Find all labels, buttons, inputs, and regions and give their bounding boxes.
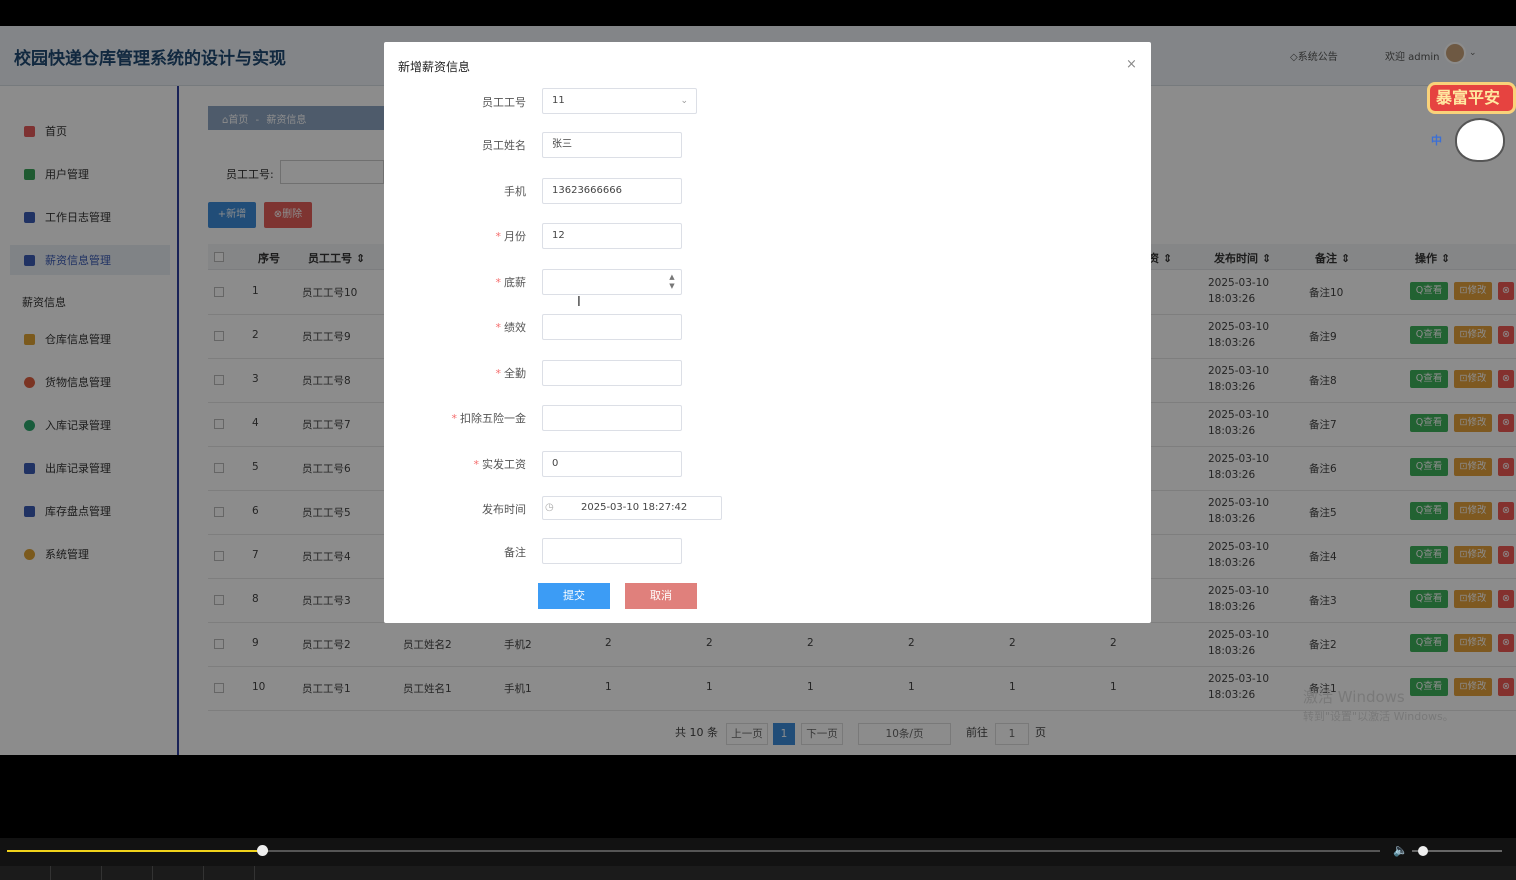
progress-track[interactable] <box>7 850 1380 852</box>
sticker-mid: 中 <box>1431 134 1442 147</box>
perf-label-text: 绩效 <box>504 321 526 334</box>
actual-salary-field[interactable]: 0 <box>542 451 682 477</box>
sticker-banner: 暴富平安 <box>1427 82 1516 114</box>
required-mark: * <box>495 276 502 289</box>
publish-time-picker[interactable]: ◷ 2025-03-10 18:27:42 <box>542 496 722 520</box>
required-mark: * <box>495 230 502 243</box>
required-mark: * <box>451 412 458 425</box>
perf-label: * 绩效 <box>384 319 527 335</box>
publish-time-label: 发布时间 <box>482 503 526 516</box>
text-cursor-icon: I <box>577 295 581 310</box>
taskbar <box>0 866 1516 880</box>
clock-icon: ◷ <box>545 502 554 513</box>
actual-label: * 实发工资 <box>384 456 527 472</box>
required-mark: * <box>473 458 480 471</box>
emp-no-label: 员工工号 <box>482 96 526 109</box>
attend-label: * 全勤 <box>384 365 527 381</box>
cat-icon <box>1455 118 1505 162</box>
phone-field[interactable]: 13623666666 <box>542 178 682 204</box>
stepper-arrows-icon[interactable]: ▲ ▼ <box>667 273 677 291</box>
chevron-down-icon: ⌄ <box>680 96 688 106</box>
required-mark: * <box>495 367 502 380</box>
month-label-text: 月份 <box>504 230 526 243</box>
submit-button[interactable]: 提交 <box>538 583 610 609</box>
deduct-label: * 扣除五险一金 <box>384 410 527 426</box>
actual-label-text: 实发工资 <box>482 458 526 471</box>
cancel-button[interactable]: 取消 <box>625 583 697 609</box>
progress-played <box>7 850 268 852</box>
month-field[interactable]: 12 <box>542 223 682 249</box>
required-mark: * <box>495 321 502 334</box>
remark-label: 备注 <box>504 546 526 559</box>
emp-no-select[interactable]: 11 ⌄ <box>542 88 697 114</box>
emp-no-value: 11 <box>552 95 565 106</box>
perf-field[interactable] <box>542 314 682 340</box>
attend-label-text: 全勤 <box>504 367 526 380</box>
month-label: * 月份 <box>384 228 527 244</box>
base-salary-stepper[interactable]: ▲ ▼ <box>542 269 682 295</box>
deduct-label-text: 扣除五险一金 <box>460 412 526 425</box>
remark-field[interactable] <box>542 538 682 564</box>
add-salary-dialog: 新增薪资信息 × 员工工号 11 ⌄ 员工姓名 张三 手机 13623666666… <box>384 42 1151 623</box>
emp-name-label: 员工姓名 <box>482 139 526 152</box>
deduct-field[interactable] <box>542 405 682 431</box>
close-icon[interactable]: × <box>1126 57 1137 72</box>
app-screen: 校园快递仓库管理系统的设计与实现 ◇系统公告 欢迎 admin ⌄ 首页 用户管… <box>0 26 1516 755</box>
attend-field[interactable] <box>542 360 682 386</box>
progress-knob[interactable] <box>257 845 268 856</box>
volume-icon[interactable]: 🔈 <box>1393 843 1408 857</box>
publish-time-value: 2025-03-10 18:27:42 <box>581 502 688 513</box>
base-label-text: 底薪 <box>504 276 526 289</box>
dialog-title: 新增薪资信息 <box>398 60 471 74</box>
volume-knob[interactable] <box>1418 846 1428 856</box>
phone-label: 手机 <box>504 185 526 198</box>
base-label: * 底薪 <box>384 274 527 290</box>
floating-sticker[interactable]: 暴富平安 中 <box>1427 76 1516 166</box>
emp-name-field[interactable]: 张三 <box>542 132 682 158</box>
